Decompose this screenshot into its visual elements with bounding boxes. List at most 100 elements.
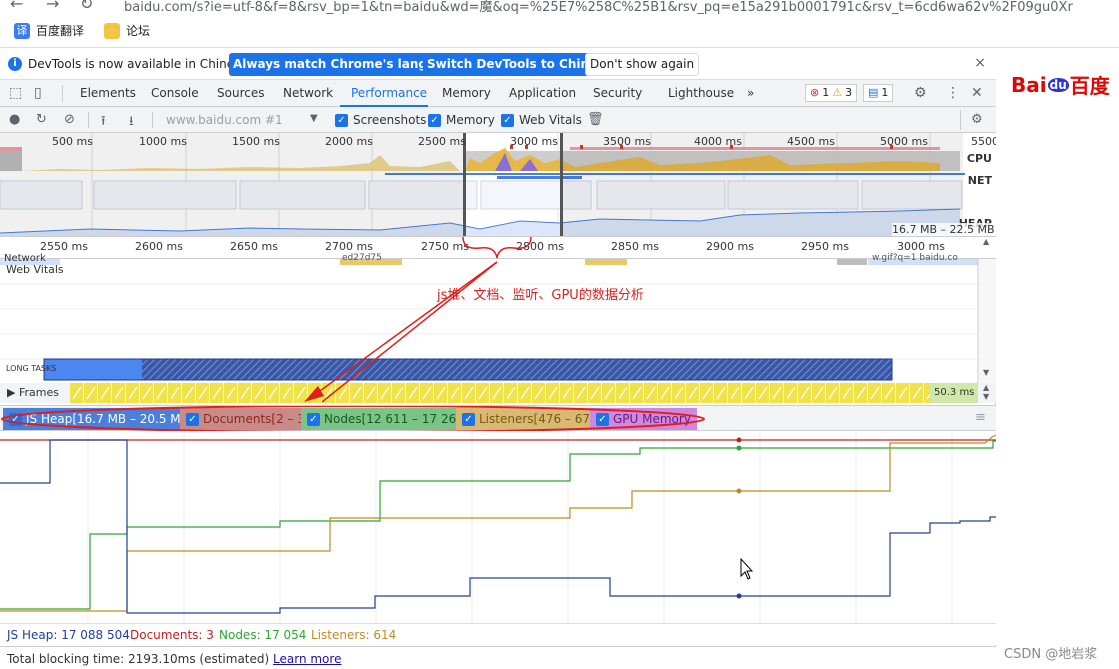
more-tabs-icon[interactable]: » bbox=[747, 86, 754, 100]
ruler-tick: 2850 ms bbox=[611, 240, 659, 253]
overview-tick: 5500 bbox=[971, 135, 996, 148]
screenshots-checkbox[interactable]: ✓ Screenshots bbox=[335, 113, 426, 127]
overview-graph bbox=[0, 133, 965, 236]
documents-label: Documents[2 – 3] bbox=[203, 412, 310, 426]
tab-performance[interactable]: Performance bbox=[351, 86, 427, 100]
devtools-panel: i DevTools is now available in Chinese! … bbox=[0, 48, 996, 669]
close-devtools-icon[interactable]: ✕ bbox=[971, 85, 983, 101]
checkbox-checked-icon: ✓ bbox=[596, 412, 609, 426]
ruler-tick: 2950 ms bbox=[801, 240, 849, 253]
tab-network[interactable]: Network bbox=[283, 86, 333, 100]
performance-toolbar: ● ↻ ⊘ ⭱ ⭳ www.baidu.com #1 ▼ ✓ Screensho… bbox=[0, 107, 996, 133]
timeline-overview[interactable]: 500 ms 1000 ms 1500 ms 2000 ms 2500 ms 3… bbox=[0, 133, 996, 237]
bookmark-label: 论坛 bbox=[126, 24, 151, 38]
tab-sources[interactable]: Sources bbox=[217, 86, 264, 100]
dont-show-again-button[interactable]: Don't show again bbox=[585, 53, 700, 76]
browser-top: ← → ↻ baidu.com/s?ie=utf-8&f=8&rsv_bp=1&… bbox=[0, 0, 1119, 48]
bookmarks-bar: 译 百度翻译 论坛 bbox=[0, 18, 1119, 44]
chevron-down-icon[interactable]: ▼ bbox=[310, 113, 318, 124]
bookmark-forum[interactable]: 论坛 bbox=[104, 22, 150, 39]
documents-value: Documents: 3 bbox=[130, 628, 214, 642]
frames-graph bbox=[70, 383, 978, 403]
gpu-memory-counter[interactable]: ✓ GPU Memory bbox=[590, 408, 697, 430]
language-infobar: i DevTools is now available in Chinese! … bbox=[0, 48, 996, 80]
logo-text-chinese: 百度 bbox=[1069, 74, 1110, 98]
js-heap-value: JS Heap: 17 088 504 bbox=[7, 628, 130, 642]
warning-count: 3 bbox=[845, 86, 853, 99]
flame-chart[interactable]: Network ed27d75 w.gif?q=1 baidu.co Web V… bbox=[0, 253, 996, 383]
logo-paw: du bbox=[1047, 77, 1069, 92]
resize-handle-icon[interactable]: ≡ bbox=[975, 410, 986, 425]
forward-icon[interactable]: → bbox=[46, 0, 59, 13]
overview-tick: 5000 ms bbox=[880, 135, 928, 148]
frames-scroll-icon[interactable]: ▲ ▼ bbox=[983, 383, 989, 401]
webvitals-track-label[interactable]: Web Vitals bbox=[6, 263, 64, 276]
tab-elements[interactable]: Elements bbox=[80, 86, 136, 100]
reload-icon[interactable]: ↻ bbox=[80, 0, 93, 13]
net-lane-label: NET bbox=[967, 174, 992, 187]
upload-profile-icon[interactable]: ⭱ bbox=[101, 112, 106, 134]
overview-tick: 3000 ms bbox=[510, 135, 558, 148]
listeners-counter[interactable]: ✓ Listeners[476 – 672] bbox=[456, 408, 609, 430]
more-options-icon[interactable]: ⋮ bbox=[946, 85, 960, 101]
listeners-value: Listeners: 614 bbox=[311, 628, 397, 642]
webvitals-checkbox[interactable]: ✓ Web Vitals bbox=[501, 113, 582, 127]
tab-lighthouse[interactable]: Lighthouse bbox=[668, 86, 734, 100]
url-text[interactable]: baidu.com/s?ie=utf-8&f=8&rsv_bp=1&tn=bai… bbox=[124, 0, 1073, 14]
tab-memory[interactable]: Memory bbox=[442, 86, 491, 100]
bookmark-baidu-translate[interactable]: 译 百度翻译 bbox=[14, 22, 84, 39]
frame-duration-label: 50.3 ms bbox=[934, 387, 975, 398]
bookmark-label: 百度翻译 bbox=[36, 24, 85, 38]
ruler-tick: 2750 ms bbox=[421, 240, 469, 253]
learn-more-link[interactable]: Learn more bbox=[273, 652, 341, 666]
scroll-down-icon[interactable]: ▼ bbox=[983, 368, 989, 377]
url-bar[interactable]: ← → ↻ baidu.com/s?ie=utf-8&f=8&rsv_bp=1&… bbox=[0, 0, 1119, 14]
tbt-text: Total blocking time: 2193.10ms (estimate… bbox=[7, 652, 270, 666]
capture-settings-gear-icon[interactable]: ⚙ bbox=[971, 112, 983, 127]
toolbar-divider bbox=[960, 110, 961, 130]
download-profile-icon[interactable]: ⭳ bbox=[129, 112, 134, 134]
close-icon[interactable]: × bbox=[974, 55, 986, 71]
ruler-tick: 2700 ms bbox=[325, 240, 373, 253]
counter-values-row: JS Heap: 17 088 504 Documents: 3 Nodes: … bbox=[0, 623, 996, 645]
ruler-tick: 2650 ms bbox=[230, 240, 278, 253]
memory-counter-chart[interactable] bbox=[0, 431, 996, 623]
tab-application[interactable]: Application bbox=[509, 86, 576, 100]
scroll-up-icon[interactable]: ▲ bbox=[983, 237, 989, 246]
baidu-logo[interactable]: Bai du 百度 bbox=[1011, 70, 1110, 99]
overview-tick: 2000 ms bbox=[325, 135, 373, 148]
inspect-element-icon[interactable]: ⬚ bbox=[9, 85, 22, 101]
screenshots-label: Screenshots bbox=[353, 113, 427, 127]
tab-security[interactable]: Security bbox=[593, 86, 642, 100]
messages-badge[interactable]: ▤ 1 bbox=[863, 84, 894, 102]
checkbox-checked-icon: ✓ bbox=[335, 113, 348, 127]
js-heap-counter[interactable]: ✓ JS Heap[16.7 MB – 20.5 MB] bbox=[3, 408, 200, 430]
clear-icon[interactable]: ⊘ bbox=[64, 112, 75, 127]
network-request-snippet: ed27d75 bbox=[342, 253, 382, 263]
back-icon[interactable]: ← bbox=[10, 0, 23, 13]
frames-expand-icon[interactable]: ▶ bbox=[7, 386, 15, 399]
checkbox-checked-icon: ✓ bbox=[501, 113, 514, 127]
infobar-message: DevTools is now available in Chinese! bbox=[28, 57, 253, 71]
warning-icon: ⚠ bbox=[832, 86, 843, 99]
memory-checkbox[interactable]: ✓ Memory bbox=[428, 113, 495, 127]
overview-tick: 2500 ms bbox=[418, 135, 466, 148]
frames-track[interactable]: ▶ Frames 50.3 ms ▲ ▼ bbox=[0, 383, 996, 403]
message-count: 1 bbox=[881, 86, 889, 99]
tab-console[interactable]: Console bbox=[151, 86, 199, 100]
nodes-counter[interactable]: ✓ Nodes[12 611 – 17 267] bbox=[301, 408, 475, 430]
settings-gear-icon[interactable]: ⚙ bbox=[914, 85, 927, 101]
target-select[interactable]: www.baidu.com #1 bbox=[166, 113, 283, 127]
toolbar-divider bbox=[88, 112, 89, 128]
trash-icon[interactable]: 🗑 bbox=[587, 112, 604, 127]
memory-label: Memory bbox=[446, 113, 495, 127]
gpu-memory-label: GPU Memory bbox=[613, 412, 691, 426]
error-count: 1 bbox=[822, 86, 830, 99]
issues-badge[interactable]: ⊗ 1 ⚠ 3 bbox=[805, 84, 858, 102]
devtools-tabbar: ⬚ ▯ Elements Console Sources Network Per… bbox=[0, 80, 996, 107]
total-blocking-time: Total blocking time: 2193.10ms (estimate… bbox=[7, 652, 341, 666]
documents-counter[interactable]: ✓ Documents[2 – 3] bbox=[180, 408, 316, 430]
reload-record-icon[interactable]: ↻ bbox=[36, 112, 47, 127]
device-toolbar-icon[interactable]: ▯ bbox=[34, 85, 42, 101]
record-icon[interactable]: ● bbox=[9, 112, 20, 127]
